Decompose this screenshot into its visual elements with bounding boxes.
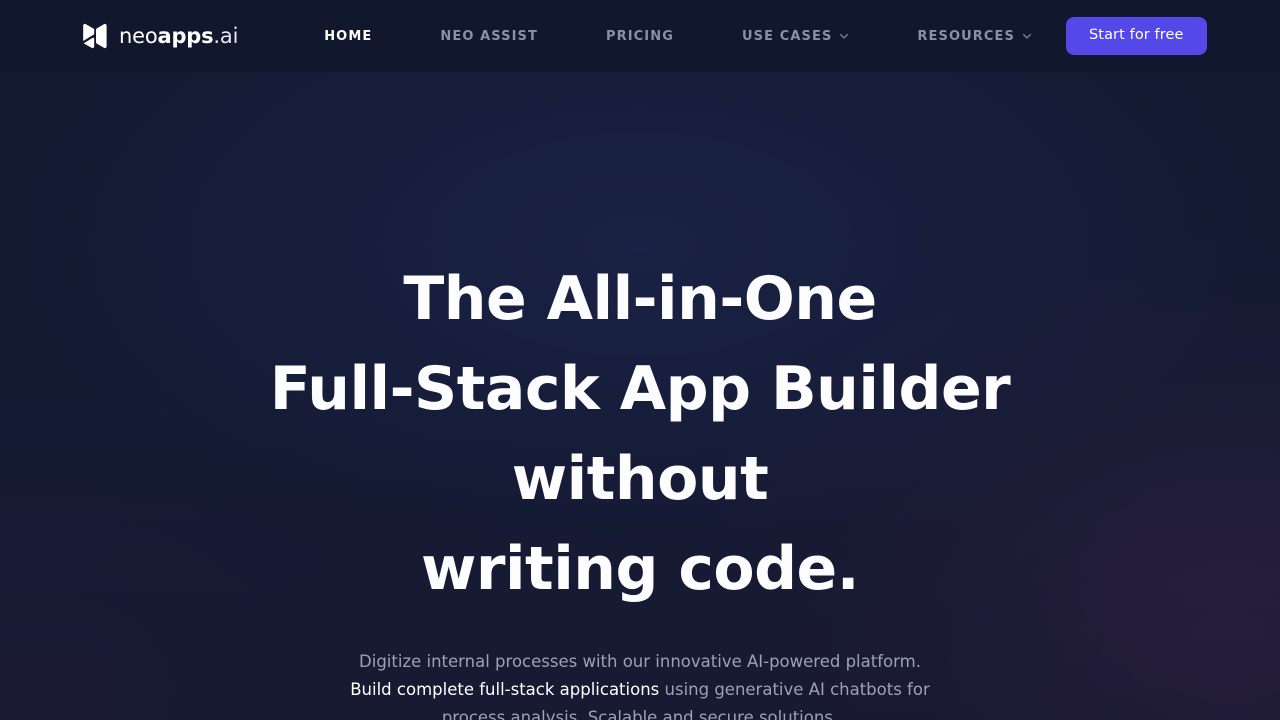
brand-word-tld: .ai xyxy=(213,23,239,48)
nav-item-pricing-label: PRICING xyxy=(605,28,674,44)
nav-item-resources-label: RESOURCES xyxy=(917,28,1015,44)
nav-item-neo-assist[interactable]: NEO ASSIST xyxy=(406,30,572,43)
hero-section: The All-in-One Full-Stack App Builder wi… xyxy=(0,72,1280,720)
hero-title: The All-in-One Full-Stack App Builder wi… xyxy=(160,254,1120,614)
nav-item-resources[interactable]: RESOURCES xyxy=(883,30,1066,43)
hero-title-line-3: writing code. xyxy=(420,534,860,604)
nav-item-use-cases[interactable]: USE CASES xyxy=(708,30,883,43)
neoapps-mark-icon xyxy=(83,23,107,49)
page-root: neoapps.ai HOME NEO ASSIST PRICING USE C… xyxy=(0,0,1280,720)
brand-wordmark: neoapps.ai xyxy=(119,23,239,48)
hero-subtitle: Digitize internal processes with our inn… xyxy=(340,648,940,720)
hero-subtitle-part-1: Digitize internal processes with our inn… xyxy=(359,652,921,671)
nav-item-use-cases-label: USE CASES xyxy=(741,28,833,44)
hero-subtitle-highlight: Build complete full-stack applications xyxy=(350,680,660,699)
nav-item-pricing[interactable]: PRICING xyxy=(572,30,708,43)
brand-word-neo: neo xyxy=(119,23,158,48)
site-header: neoapps.ai HOME NEO ASSIST PRICING USE C… xyxy=(0,0,1280,72)
chevron-down-icon xyxy=(1022,33,1032,39)
nav-item-home[interactable]: HOME xyxy=(290,30,406,43)
brand-logo-link[interactable]: neoapps.ai xyxy=(80,21,238,51)
hero-title-line-1: The All-in-One xyxy=(403,264,877,334)
brand-word-apps: apps xyxy=(157,23,214,48)
main-navigation: HOME NEO ASSIST PRICING USE CASES RESOUR… xyxy=(290,30,1066,43)
chevron-down-icon xyxy=(840,33,849,39)
hero-title-line-2: Full-Stack App Builder without xyxy=(269,354,1011,514)
header-start-for-free-button[interactable]: Start for free xyxy=(1065,17,1207,55)
nav-item-neo-assist-label: NEO ASSIST xyxy=(440,28,538,44)
nav-item-home-label: HOME xyxy=(324,28,373,44)
